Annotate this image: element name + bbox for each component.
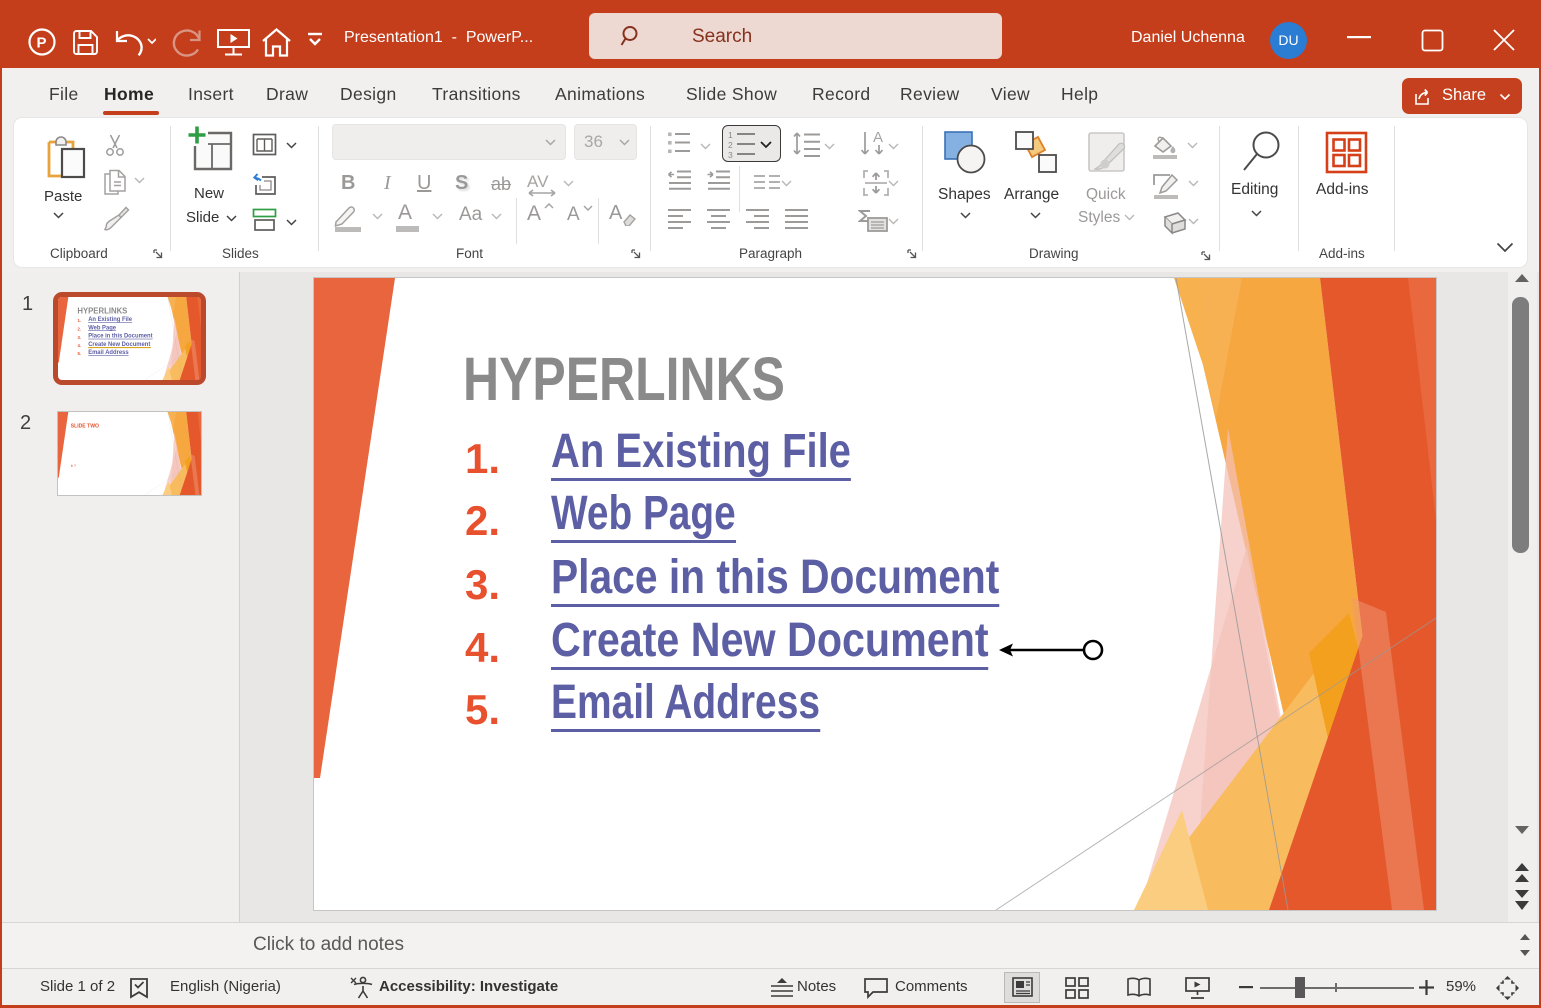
- svg-text:3.: 3.: [78, 335, 82, 340]
- svg-text:An Existing File: An Existing File: [88, 317, 133, 323]
- svg-text:5.: 5.: [78, 351, 82, 356]
- svg-text:1: 1: [728, 130, 733, 140]
- svg-text:1.: 1.: [78, 318, 82, 323]
- svg-text:2: 2: [728, 140, 733, 150]
- svg-text:4.: 4.: [78, 343, 82, 348]
- svg-text:b ?: b ?: [71, 463, 77, 468]
- svg-text:Web Page: Web Page: [88, 325, 117, 331]
- svg-text:A: A: [873, 130, 883, 146]
- svg-text:HYPERLINKS: HYPERLINKS: [77, 306, 127, 315]
- svg-text:Email Address: Email Address: [88, 350, 129, 356]
- svg-text:2.: 2.: [78, 326, 82, 331]
- svg-text:3: 3: [728, 150, 733, 158]
- svg-text:SLIDE TWO: SLIDE TWO: [71, 424, 99, 430]
- svg-text:Place in this Document: Place in this Document: [88, 334, 152, 340]
- svg-text:P: P: [37, 35, 47, 52]
- svg-text:AV: AV: [527, 174, 549, 191]
